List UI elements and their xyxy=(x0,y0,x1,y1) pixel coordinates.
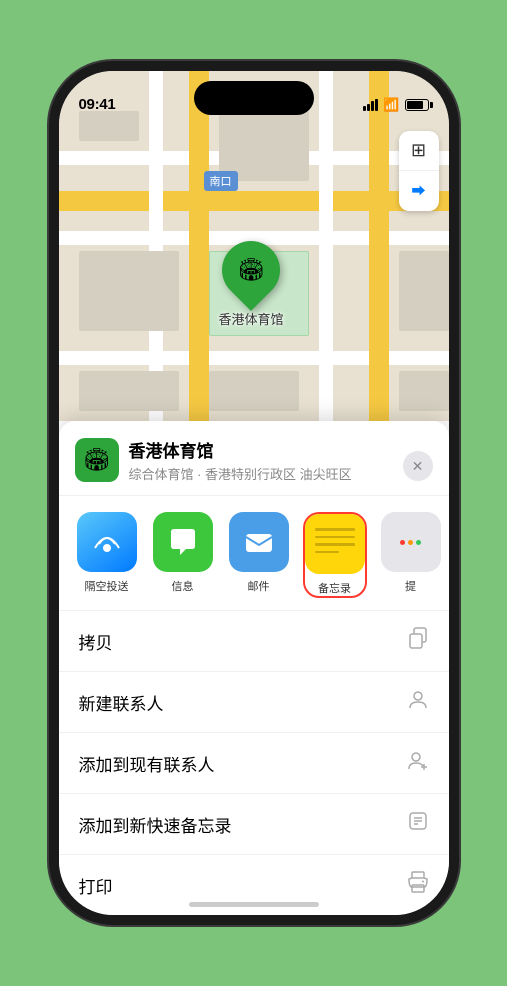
copy-icon xyxy=(407,627,429,655)
share-notes[interactable]: 备忘录 xyxy=(303,512,367,598)
signal-icon xyxy=(363,99,378,111)
share-messages[interactable]: 信息 xyxy=(151,512,215,598)
stadium-pin: 🏟 香港体育馆 xyxy=(219,241,284,328)
share-airdrop[interactable]: 隔空投送 xyxy=(75,512,139,598)
action-add-notes[interactable]: 添加到新快速备忘录 xyxy=(59,794,449,855)
action-copy[interactable]: 拷贝 xyxy=(59,611,449,672)
share-row: 隔空投送 信息 邮件 xyxy=(59,496,449,611)
mail-icon xyxy=(229,512,289,572)
action-print-label: 打印 xyxy=(79,873,113,898)
pin-label: 香港体育馆 xyxy=(219,309,284,328)
venue-info: 香港体育馆 综合体育馆 · 香港特别行政区 油尖旺区 xyxy=(129,437,433,483)
action-add-existing[interactable]: 添加到现有联系人 xyxy=(59,733,449,794)
share-more[interactable]: 提 xyxy=(379,512,443,598)
map-controls: ⊞ ⮕ xyxy=(399,131,439,211)
venue-subtitle: 综合体育馆 · 香港特别行政区 油尖旺区 xyxy=(129,464,433,483)
location-label: 南口 xyxy=(204,171,238,191)
close-button[interactable]: ✕ xyxy=(403,451,433,481)
printer-icon xyxy=(407,871,429,899)
sheet-header: 🏟 香港体育馆 综合体育馆 · 香港特别行政区 油尖旺区 ✕ xyxy=(59,437,449,496)
action-list: 拷贝 新建联系人 xyxy=(59,611,449,915)
action-add-notes-label: 添加到新快速备忘录 xyxy=(79,812,232,837)
mail-label: 邮件 xyxy=(248,578,270,594)
share-mail[interactable]: 邮件 xyxy=(227,512,291,598)
more-label: 提 xyxy=(405,578,416,594)
wifi-icon: 📶 xyxy=(383,97,399,113)
status-icons: 📶 xyxy=(363,97,428,113)
notes-icon xyxy=(305,514,365,574)
location-button[interactable]: ⮕ xyxy=(399,171,439,211)
airdrop-icon xyxy=(77,512,137,572)
messages-label: 信息 xyxy=(172,578,194,594)
person-add-icon xyxy=(407,749,429,777)
airdrop-label: 隔空投送 xyxy=(85,578,129,594)
more-icon xyxy=(381,512,441,572)
messages-icon xyxy=(153,512,213,572)
phone-frame: 09:41 📶 xyxy=(59,71,449,915)
dynamic-island xyxy=(194,81,314,115)
map-type-button[interactable]: ⊞ xyxy=(399,131,439,171)
venue-name: 香港体育馆 xyxy=(129,437,433,462)
action-new-contact-label: 新建联系人 xyxy=(79,690,164,715)
action-copy-label: 拷贝 xyxy=(79,629,113,654)
action-new-contact[interactable]: 新建联系人 xyxy=(59,672,449,733)
home-indicator xyxy=(189,902,319,907)
notes-label: 备忘录 xyxy=(318,580,351,596)
action-add-existing-label: 添加到现有联系人 xyxy=(79,751,215,776)
battery-icon xyxy=(405,99,429,111)
quick-notes-icon xyxy=(407,810,429,838)
status-time: 09:41 xyxy=(79,96,116,113)
person-icon xyxy=(407,688,429,716)
bottom-sheet: 🏟 香港体育馆 综合体育馆 · 香港特别行政区 油尖旺区 ✕ 隔空投送 xyxy=(59,421,449,915)
venue-icon: 🏟 xyxy=(75,438,119,482)
